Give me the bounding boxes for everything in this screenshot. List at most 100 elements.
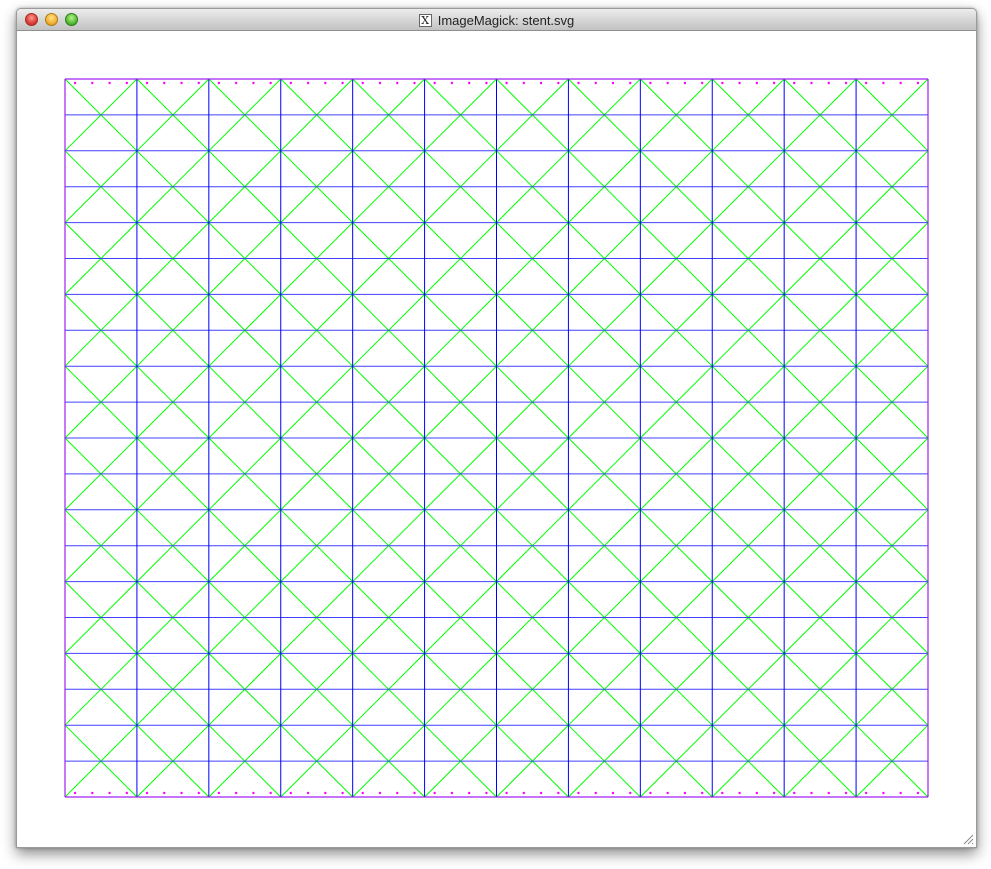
edge-dot: [666, 81, 669, 85]
edge-dot: [269, 791, 272, 795]
edge-dot: [485, 791, 488, 795]
edge-dot: [467, 81, 471, 85]
edge-dot: [433, 791, 436, 795]
edge-dot: [916, 791, 920, 795]
edge-dot: [450, 791, 454, 795]
edge-dot: [899, 81, 902, 85]
edge-dot: [108, 791, 111, 795]
edge-dot: [467, 791, 471, 795]
zoom-button[interactable]: [65, 13, 78, 26]
edge-dot: [91, 791, 94, 795]
edge-dot: [252, 791, 255, 795]
edge-dot: [324, 791, 327, 795]
edge-dot: [378, 791, 382, 795]
edge-dot: [827, 791, 830, 795]
edge-dot: [180, 791, 183, 795]
edge-dot: [755, 791, 759, 795]
window-title: ImageMagick: stent.svg: [437, 12, 575, 28]
edge-dot: [378, 81, 382, 85]
edge-dot: [396, 791, 399, 795]
minimize-button[interactable]: [45, 13, 58, 26]
edge-dot: [505, 791, 508, 795]
edge-dot: [73, 81, 77, 85]
edge-dot: [413, 81, 416, 85]
edge-dot: [361, 81, 364, 85]
edge-dot: [108, 81, 111, 85]
edge-dot: [772, 81, 776, 85]
edge-dot: [505, 81, 508, 85]
edge-dot: [683, 81, 687, 85]
edge-dot: [666, 791, 669, 795]
edge-dot: [539, 81, 543, 85]
edge-dot: [629, 81, 632, 85]
edge-dot: [269, 81, 272, 85]
edge-dot: [557, 791, 560, 795]
edge-dot: [649, 791, 652, 795]
stent-drawing: [64, 78, 929, 798]
edge-dot: [916, 81, 920, 85]
edge-dot: [450, 81, 454, 85]
edge-dot: [721, 81, 724, 85]
edge-dot: [306, 81, 310, 85]
edge-dot: [844, 81, 848, 85]
edge-dot: [594, 81, 597, 85]
edge-dot: [125, 81, 129, 85]
title-group: X ImageMagick: stent.svg: [17, 9, 976, 31]
edge-dot: [145, 791, 149, 795]
edge-dot: [738, 81, 741, 85]
edge-dot: [217, 81, 221, 85]
edge-dot: [557, 81, 560, 85]
edge-dot: [163, 81, 166, 85]
edge-dot: [341, 791, 344, 795]
edge-dot: [234, 81, 238, 85]
edge-dot: [611, 81, 615, 85]
edge-dot: [125, 791, 129, 795]
edge-dot: [522, 791, 526, 795]
edge-dot: [793, 791, 796, 795]
edge-dot: [738, 791, 741, 795]
edge-dot: [163, 791, 166, 795]
edge-dot: [341, 81, 344, 85]
edge-dot: [145, 81, 149, 85]
edge-dot: [629, 791, 632, 795]
edge-dot: [306, 791, 310, 795]
edge-dot: [700, 81, 704, 85]
edge-dot: [361, 791, 364, 795]
edge-dot: [864, 791, 868, 795]
edge-dot: [252, 81, 255, 85]
edge-dot: [324, 81, 327, 85]
edge-dot: [522, 81, 526, 85]
edge-dot: [539, 791, 543, 795]
edge-dot: [793, 81, 796, 85]
edge-dot: [683, 791, 687, 795]
edge-dot: [810, 791, 813, 795]
x11-app-icon: X: [418, 13, 432, 27]
edge-dot: [396, 81, 399, 85]
resize-grip-icon[interactable]: [963, 834, 974, 845]
edge-dot: [899, 791, 902, 795]
close-button[interactable]: [25, 13, 38, 26]
edge-dot: [180, 81, 183, 85]
image-canvas: [17, 31, 976, 847]
edge-dot: [577, 81, 580, 85]
edge-dot: [234, 791, 238, 795]
edge-dot: [197, 791, 200, 795]
edge-dot: [700, 791, 704, 795]
edge-dot: [844, 791, 848, 795]
edge-dot: [864, 81, 868, 85]
edge-dot: [289, 791, 293, 795]
edge-dot: [73, 791, 77, 795]
edge-dot: [91, 81, 94, 85]
edge-dot: [577, 791, 580, 795]
edge-dot: [649, 81, 652, 85]
edge-dot: [217, 791, 221, 795]
edge-dot: [721, 791, 724, 795]
edge-dot: [827, 81, 830, 85]
edge-dot: [810, 81, 813, 85]
title-bar[interactable]: X ImageMagick: stent.svg: [17, 9, 976, 31]
edge-dot: [485, 81, 488, 85]
edge-dot: [882, 81, 885, 85]
edge-dot: [772, 791, 776, 795]
app-window: X ImageMagick: stent.svg: [16, 8, 977, 848]
edge-dot: [594, 791, 597, 795]
